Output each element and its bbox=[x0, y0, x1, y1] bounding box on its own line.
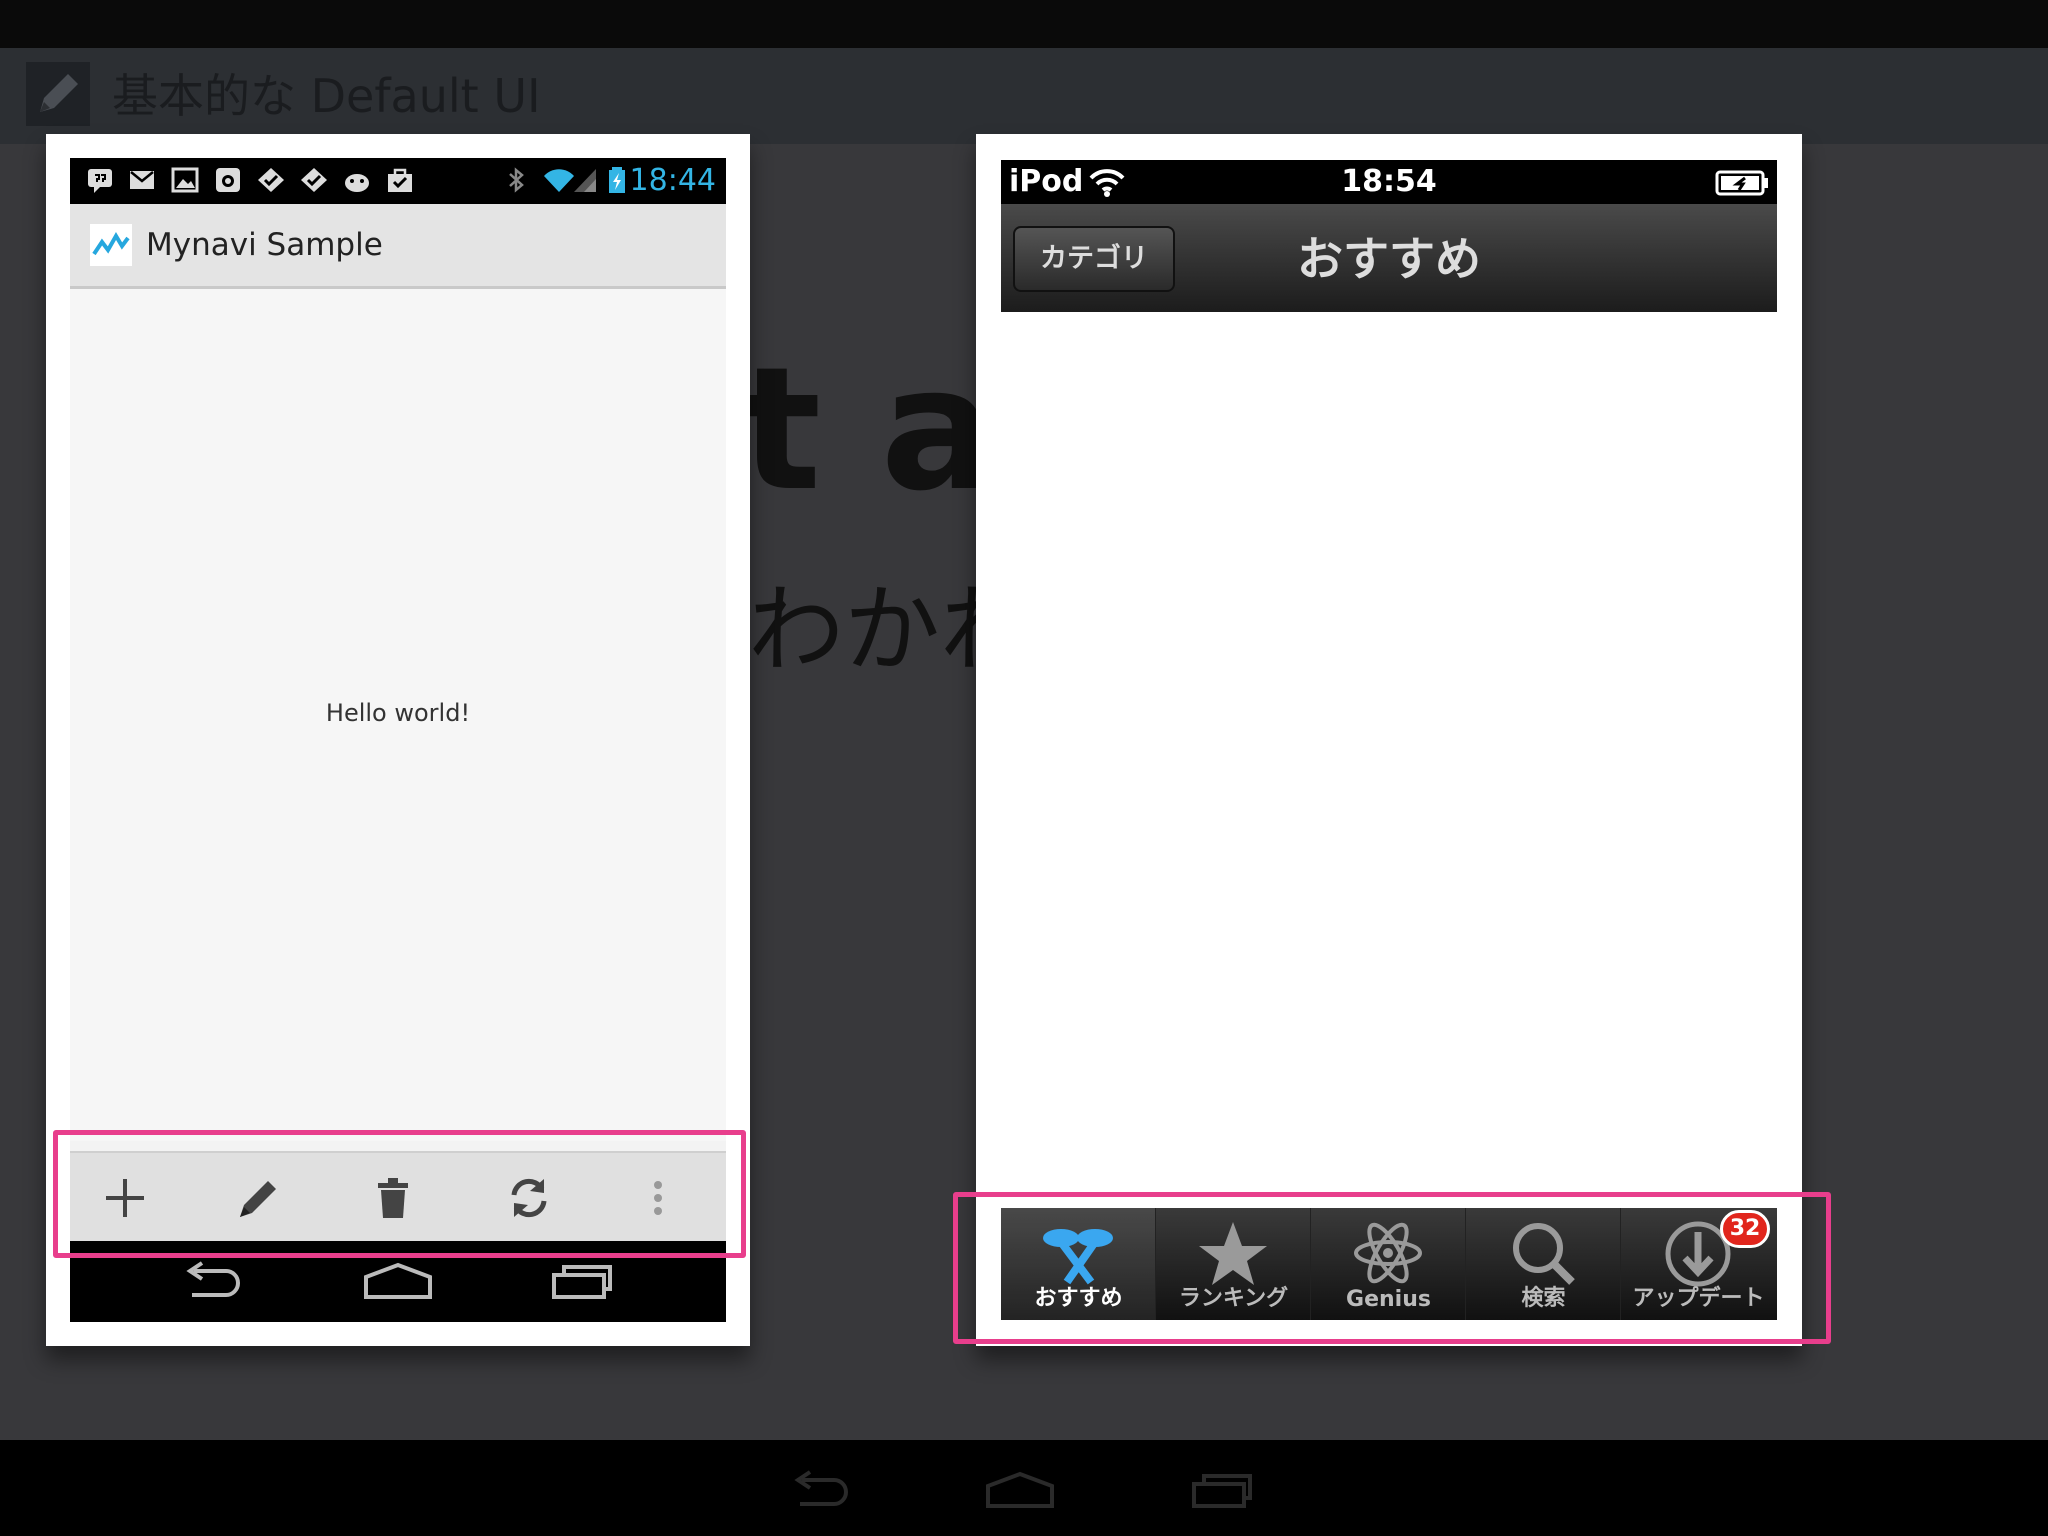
task-check-icon bbox=[301, 168, 327, 192]
battery-charging-icon bbox=[1715, 170, 1768, 196]
ios-status-bar: iPod 18:54 bbox=[1001, 160, 1777, 204]
gallery-icon bbox=[171, 167, 199, 193]
ios-screen: iPod 18:54 カテゴリ おすすめ おすすめ ランキング Genius 検… bbox=[1001, 160, 1777, 1320]
back-icon[interactable] bbox=[790, 1470, 854, 1510]
bluetooth-icon bbox=[509, 167, 524, 193]
android-status-bar: 18:44 bbox=[70, 158, 726, 204]
ios-content-area bbox=[1001, 312, 1777, 1212]
android-app-title: Mynavi Sample bbox=[146, 227, 383, 263]
android-content-area: Hello world! bbox=[70, 289, 726, 1141]
back-icon[interactable] bbox=[182, 1261, 246, 1301]
android-icon bbox=[345, 174, 369, 192]
ios-status-time: 18:54 bbox=[1341, 164, 1437, 199]
home-icon[interactable] bbox=[984, 1470, 1056, 1510]
shopping-bag-icon bbox=[388, 168, 412, 192]
ios-navigation-bar: カテゴリ おすすめ bbox=[1001, 204, 1777, 312]
pencil-icon bbox=[26, 62, 90, 126]
device-navigation-bar bbox=[0, 1440, 2048, 1536]
home-icon[interactable] bbox=[362, 1261, 434, 1301]
android-action-bar: Mynavi Sample bbox=[70, 204, 726, 289]
hello-world-text: Hello world! bbox=[325, 699, 471, 727]
android-status-time: 18:44 bbox=[629, 163, 716, 198]
ios-tabbar-highlight bbox=[953, 1192, 1831, 1344]
recent-apps-icon[interactable] bbox=[1190, 1470, 1254, 1510]
app-logo-icon[interactable] bbox=[90, 224, 132, 266]
wifi-signal-icon bbox=[544, 169, 596, 192]
android-toolbar-highlight bbox=[53, 1130, 746, 1258]
slide-title: 基本的な Default UI bbox=[112, 69, 541, 123]
recent-apps-icon[interactable] bbox=[550, 1261, 614, 1301]
ios-nav-title: おすすめ bbox=[1297, 232, 1481, 286]
task-check-icon bbox=[258, 168, 284, 192]
instagram-icon bbox=[216, 168, 240, 192]
gmail-icon bbox=[130, 171, 154, 189]
hangouts-icon bbox=[88, 169, 112, 193]
battery-charging-icon bbox=[609, 167, 625, 193]
top-status-strip bbox=[0, 0, 2048, 48]
